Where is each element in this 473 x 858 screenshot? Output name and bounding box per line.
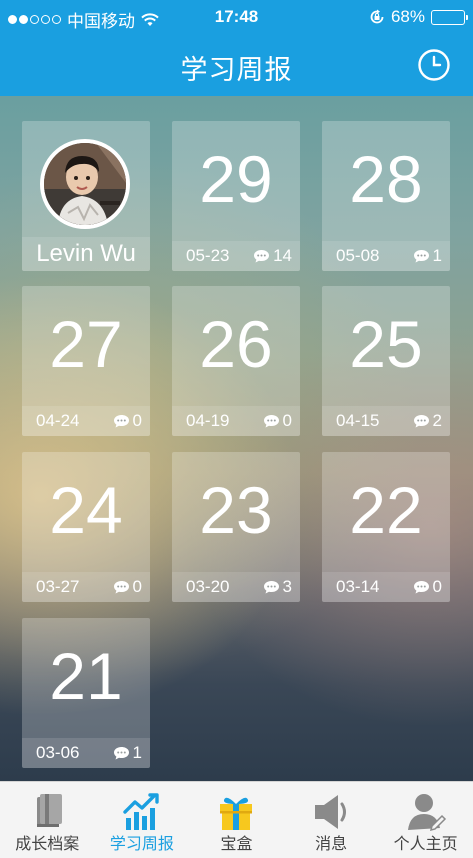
comment-bubble-icon bbox=[413, 581, 429, 594]
comment-count: 0 bbox=[263, 411, 292, 431]
comment-count: 1 bbox=[113, 743, 142, 763]
tab-messages[interactable]: 消息 bbox=[284, 782, 379, 858]
speaker-icon bbox=[315, 795, 347, 829]
clock-history-icon bbox=[418, 49, 450, 81]
report-date: 04-24 bbox=[36, 411, 80, 430]
gift-box-icon bbox=[220, 797, 253, 830]
navigation-bar: 学习周报 bbox=[0, 34, 473, 96]
report-footer: 04-15 2 bbox=[322, 406, 450, 436]
tab-label: 宝盒 bbox=[220, 836, 253, 853]
report-number: 26 bbox=[199, 307, 273, 381]
tab-profile[interactable]: 个人主页 bbox=[378, 782, 473, 858]
orientation-lock-icon bbox=[370, 9, 384, 24]
report-date: 05-08 bbox=[336, 246, 380, 265]
report-footer: 03-27 0 bbox=[22, 572, 150, 602]
tab-label: 学习周报 bbox=[109, 836, 174, 853]
tab-label: 个人主页 bbox=[393, 836, 458, 853]
report-grid: Levin Wu 29 05-23 14 28 05-08 1 27 04-24 0 26 04-1… bbox=[0, 96, 473, 781]
report-number: 23 bbox=[199, 473, 273, 547]
comment-bubble-icon bbox=[113, 415, 129, 428]
report-number: 27 bbox=[49, 307, 123, 381]
carrier-name: 中国移动 bbox=[67, 12, 135, 31]
report-footer: 05-23 14 bbox=[172, 241, 300, 271]
report-date: 03-06 bbox=[36, 743, 80, 762]
report-date: 04-19 bbox=[186, 411, 230, 430]
page-title: 学习周报 bbox=[180, 55, 293, 85]
battery-icon bbox=[431, 9, 468, 25]
report-card[interactable]: 21 03-06 1 bbox=[22, 618, 150, 768]
tab-growth-archive[interactable]: 成长档案 bbox=[0, 782, 95, 858]
comment-count-value: 3 bbox=[282, 577, 292, 596]
comment-count: 14 bbox=[253, 246, 292, 266]
report-footer: 03-20 3 bbox=[172, 572, 300, 602]
comment-bubble-icon bbox=[113, 747, 129, 760]
report-card[interactable]: 24 03-27 0 bbox=[22, 452, 150, 602]
comment-count-value: 0 bbox=[282, 411, 292, 430]
profile-card[interactable]: Levin Wu bbox=[22, 121, 150, 271]
report-card[interactable]: 27 04-24 0 bbox=[22, 286, 150, 436]
comment-bubble-icon bbox=[413, 250, 429, 263]
report-card[interactable]: 29 05-23 14 bbox=[172, 121, 300, 271]
report-card[interactable]: 26 04-19 0 bbox=[172, 286, 300, 436]
report-card[interactable]: 25 04-15 2 bbox=[322, 286, 450, 436]
report-number: 25 bbox=[349, 307, 423, 381]
chart-trend-icon bbox=[123, 793, 159, 830]
report-footer: 03-14 0 bbox=[322, 572, 450, 602]
tab-bar: 成长档案 学习周报 宝盒 消息 个人主页 bbox=[0, 781, 473, 858]
comment-count-value: 0 bbox=[132, 411, 142, 430]
report-footer: 04-19 0 bbox=[172, 406, 300, 436]
signal-strength-icon bbox=[8, 15, 61, 24]
report-footer: 04-24 0 bbox=[22, 406, 150, 436]
report-footer: 05-08 1 bbox=[322, 241, 450, 271]
report-footer: 03-06 1 bbox=[22, 738, 150, 768]
comment-count: 1 bbox=[413, 246, 442, 266]
comment-count: 3 bbox=[263, 577, 292, 597]
report-number: 28 bbox=[349, 142, 423, 216]
report-date: 03-27 bbox=[36, 577, 80, 596]
history-button[interactable] bbox=[417, 48, 451, 82]
report-number: 24 bbox=[49, 473, 123, 547]
comment-bubble-icon bbox=[413, 415, 429, 428]
tab-label: 成长档案 bbox=[15, 836, 80, 853]
report-number: 22 bbox=[349, 473, 423, 547]
report-number: 29 bbox=[199, 142, 273, 216]
comment-count: 0 bbox=[413, 577, 442, 597]
comment-count-value: 1 bbox=[132, 743, 142, 762]
comment-count: 0 bbox=[113, 577, 142, 597]
report-card[interactable]: 23 03-20 3 bbox=[172, 452, 300, 602]
comment-count-value: 2 bbox=[432, 411, 442, 430]
status-bar: 中国移动 17:48 68% bbox=[0, 0, 473, 34]
report-date: 05-23 bbox=[186, 246, 230, 265]
book-icon bbox=[37, 794, 63, 827]
comment-bubble-icon bbox=[113, 581, 129, 594]
avatar bbox=[40, 139, 130, 229]
user-edit-icon bbox=[407, 794, 446, 832]
battery-percent: 68% bbox=[390, 7, 425, 26]
report-date: 04-15 bbox=[336, 411, 380, 430]
report-date: 03-14 bbox=[336, 577, 380, 596]
report-date: 03-20 bbox=[186, 577, 230, 596]
comment-count: 0 bbox=[113, 411, 142, 431]
avatar-photo bbox=[44, 143, 126, 225]
tab-treasure-box[interactable]: 宝盒 bbox=[189, 782, 284, 858]
comment-count-value: 0 bbox=[132, 577, 142, 596]
report-card[interactable]: 28 05-08 1 bbox=[322, 121, 450, 271]
profile-name: Levin Wu bbox=[22, 237, 150, 271]
tab-label: 消息 bbox=[315, 836, 348, 853]
comment-bubble-icon bbox=[254, 250, 270, 263]
comment-bubble-icon bbox=[263, 415, 279, 428]
comment-count-value: 1 bbox=[432, 246, 442, 265]
comment-count-value: 0 bbox=[432, 577, 442, 596]
comment-count: 2 bbox=[413, 411, 442, 431]
report-number: 21 bbox=[49, 639, 123, 713]
status-right: 68% bbox=[369, 7, 468, 27]
comment-count-value: 14 bbox=[273, 246, 292, 265]
wifi-icon bbox=[141, 12, 159, 26]
report-card[interactable]: 22 03-14 0 bbox=[322, 452, 450, 602]
comment-bubble-icon bbox=[263, 581, 279, 594]
carrier-info: 中国移动 bbox=[8, 7, 159, 32]
tab-weekly-report[interactable]: 学习周报 bbox=[95, 782, 190, 858]
